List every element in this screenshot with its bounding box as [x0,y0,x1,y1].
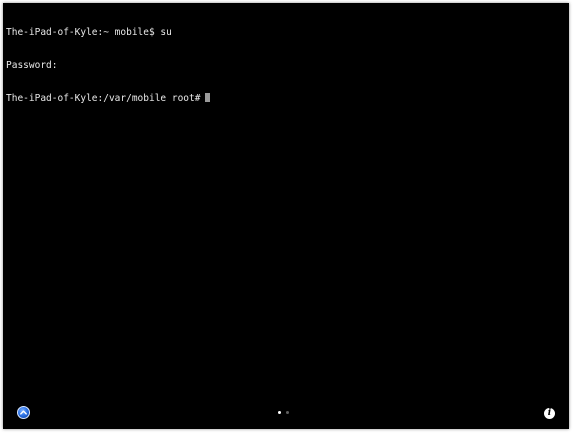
bottom-bar: i [3,399,569,429]
chevron-up-icon[interactable] [17,406,30,419]
terminal-line: The-iPad-of-Kyle:~ mobile$ su [6,27,172,38]
page-dot-active[interactable] [278,411,281,414]
terminal-screen[interactable]: The-iPad-of-Kyle:~ mobile$ su Password: … [3,3,569,429]
terminal-output: The-iPad-of-Kyle:~ mobile$ su Password: … [6,5,211,126]
window-frame: The-iPad-of-Kyle:~ mobile$ su Password: … [0,0,573,433]
chevron-up-icon [20,410,27,415]
text-cursor [205,93,211,102]
terminal-prompt: The-iPad-of-Kyle:/var/mobile root# [6,93,201,104]
page-dot[interactable] [286,411,289,414]
page-indicator[interactable] [278,411,289,414]
terminal-prompt-line: The-iPad-of-Kyle:/var/mobile root# [6,93,211,104]
info-icon[interactable]: i [544,408,555,419]
terminal-line: Password: [6,60,58,71]
